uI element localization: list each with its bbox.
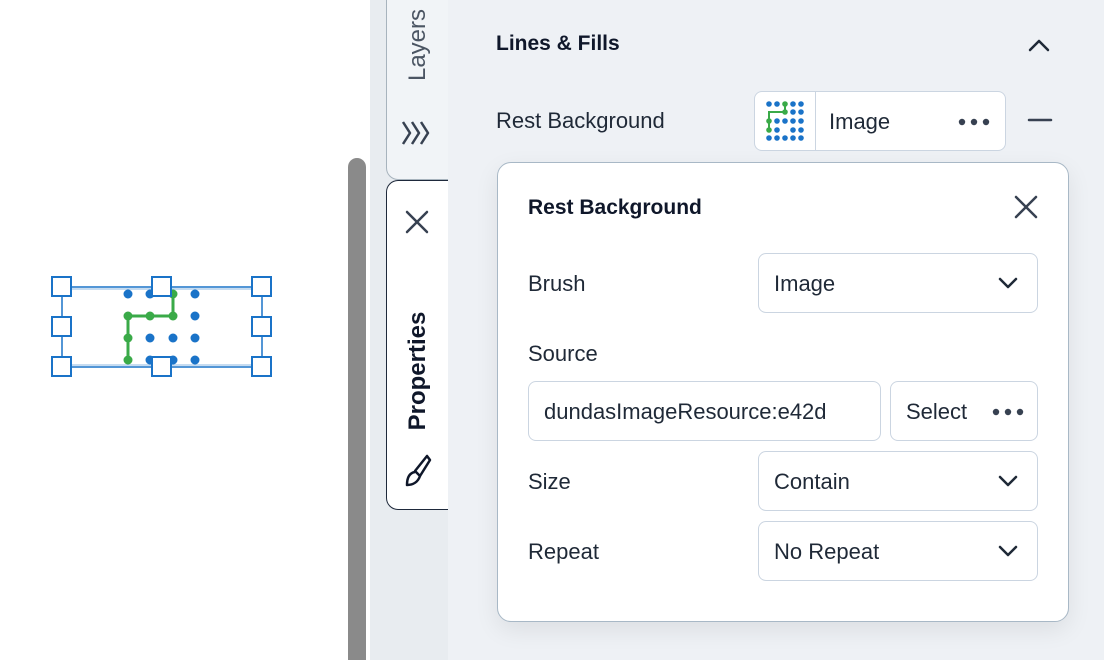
repeat-value: No Repeat (774, 539, 880, 564)
tab-layers-label: Layers (403, 8, 431, 82)
repeat-select[interactable]: No Repeat (758, 521, 1038, 581)
chevron-up-icon[interactable] (1024, 30, 1054, 60)
paint-brush-icon (405, 454, 432, 487)
chevron-down-icon (998, 545, 1018, 557)
minus-icon[interactable] (1026, 108, 1054, 132)
brush-select[interactable]: Image (758, 253, 1038, 313)
rest-background-value: Image (829, 109, 891, 134)
select-source-button[interactable]: Select (890, 381, 1038, 441)
rest-background-label: Rest Background (496, 108, 665, 133)
rest-background-control[interactable]: Image (754, 91, 1006, 151)
tab-layers[interactable]: Layers (386, 0, 448, 180)
ellipsis-icon[interactable] (957, 117, 991, 127)
close-icon[interactable] (1012, 193, 1040, 221)
canvas-scrollbar[interactable] (348, 158, 366, 660)
close-icon[interactable] (403, 208, 431, 236)
section-title: Lines & Fills (496, 32, 620, 55)
size-value: Contain (774, 469, 850, 494)
side-tab-strip: Layers Properties (370, 0, 448, 660)
image-thumbnail (755, 92, 816, 150)
selected-image-element[interactable] (0, 0, 348, 660)
ellipsis-icon (992, 408, 1024, 416)
source-value: dundasImageResource:e42d (544, 399, 827, 424)
tab-properties-label: Properties (403, 311, 431, 431)
popup-title: Rest Background (528, 196, 702, 219)
design-canvas[interactable] (0, 0, 348, 660)
select-button-label: Select (906, 399, 968, 424)
size-label: Size (528, 469, 571, 494)
layers-chevrons-icon (401, 121, 430, 145)
tab-properties[interactable]: Properties (386, 180, 448, 510)
image-preview-icon (766, 101, 804, 141)
repeat-label: Repeat (528, 539, 599, 564)
properties-panel: Lines & Fills Rest Background Image Rest… (448, 0, 1104, 660)
brush-value: Image (774, 271, 836, 296)
rest-background-popup: Rest Background Brush Image Source dunda… (497, 162, 1069, 622)
source-label: Source (528, 341, 598, 366)
brush-label: Brush (528, 271, 586, 296)
chevron-down-icon (998, 277, 1018, 289)
chevron-down-icon (998, 475, 1018, 487)
size-select[interactable]: Contain (758, 451, 1038, 511)
source-input[interactable]: dundasImageResource:e42d (528, 381, 881, 441)
